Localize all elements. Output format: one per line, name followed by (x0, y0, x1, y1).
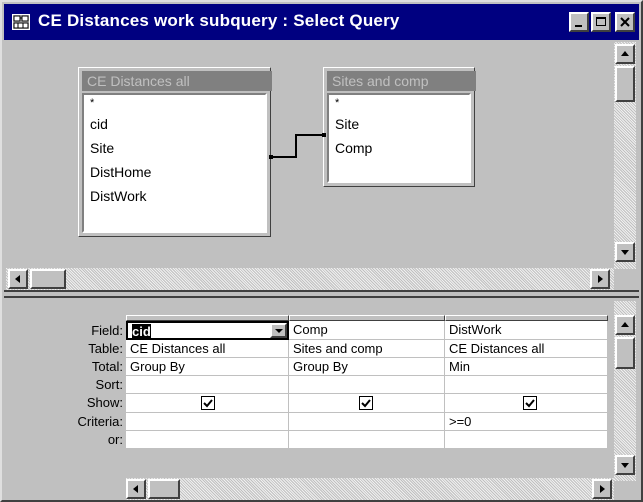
field-cell-value: cid (132, 324, 151, 339)
close-button[interactable] (615, 12, 635, 32)
scroll-right-arrow-icon[interactable] (592, 479, 612, 499)
maximize-button[interactable] (591, 12, 611, 32)
row-label: Total: (91, 359, 123, 374)
show-cell[interactable] (126, 394, 289, 413)
criteria-cell[interactable] (289, 413, 445, 431)
total-cell[interactable]: Group By (126, 358, 289, 376)
row-label: Field: (91, 323, 123, 338)
diagram-vertical-scrollbar[interactable] (614, 42, 636, 269)
scroll-left-arrow-icon[interactable] (8, 269, 28, 289)
show-checkbox[interactable] (523, 396, 537, 410)
field-cell[interactable]: Comp (289, 321, 445, 340)
scroll-thumb[interactable] (30, 269, 66, 289)
show-cell[interactable] (289, 394, 445, 413)
show-checkbox[interactable] (201, 396, 215, 410)
field-cell[interactable]: DistWork (445, 321, 608, 340)
minimize-button[interactable] (569, 12, 589, 32)
table-cell[interactable]: CE Distances all (445, 340, 608, 358)
table-diagram-pane[interactable]: CE Distances all * cid Site DistHome Dis… (6, 42, 613, 267)
query-design-window: CE Distances work subquery : Select Quer… (0, 0, 643, 502)
scroll-thumb[interactable] (615, 66, 635, 102)
join-line[interactable] (6, 42, 613, 267)
scroll-thumb[interactable] (148, 479, 180, 499)
criteria-cell[interactable] (126, 413, 289, 431)
total-cell[interactable]: Min (445, 358, 608, 376)
row-label: Sort: (95, 377, 123, 392)
total-cell[interactable]: Group By (289, 358, 445, 376)
diagram-horizontal-scrollbar[interactable] (6, 268, 614, 290)
window-title: CE Distances work subquery : Select Quer… (38, 11, 400, 30)
or-cell[interactable] (126, 431, 289, 449)
show-checkbox[interactable] (359, 396, 373, 410)
scroll-right-arrow-icon[interactable] (590, 269, 610, 289)
show-cell[interactable] (445, 394, 608, 413)
scroll-up-arrow-icon[interactable] (615, 44, 635, 64)
field-cell[interactable]: cid (126, 321, 289, 340)
scroll-left-arrow-icon[interactable] (126, 479, 146, 499)
or-cell[interactable] (445, 431, 608, 449)
criteria-cell[interactable]: >=0 (445, 413, 608, 431)
row-label: Show: (86, 395, 123, 410)
scroll-up-arrow-icon[interactable] (615, 315, 635, 335)
row-label: Table: (88, 341, 123, 356)
sort-cell[interactable] (289, 376, 445, 394)
grid-vertical-scrollbar[interactable] (614, 301, 636, 481)
or-cell[interactable] (289, 431, 445, 449)
grid-horizontal-scrollbar[interactable] (126, 478, 614, 500)
sort-cell[interactable] (126, 376, 289, 394)
table-cell[interactable]: CE Distances all (126, 340, 289, 358)
query-icon (12, 14, 30, 30)
scroll-thumb[interactable] (615, 337, 635, 369)
pane-splitter[interactable] (4, 290, 639, 298)
table-cell[interactable]: Sites and comp (289, 340, 445, 358)
title-bar[interactable]: CE Distances work subquery : Select Quer… (4, 4, 639, 40)
dropdown-arrow-icon[interactable] (270, 323, 287, 338)
design-grid[interactable]: Field: Table: Total: Sort: Show: Criteri… (6, 301, 613, 481)
row-label: or: (107, 432, 123, 447)
sort-cell[interactable] (445, 376, 608, 394)
scroll-down-arrow-icon[interactable] (615, 242, 635, 262)
scroll-down-arrow-icon[interactable] (615, 455, 635, 475)
row-label: Criteria: (77, 414, 123, 429)
